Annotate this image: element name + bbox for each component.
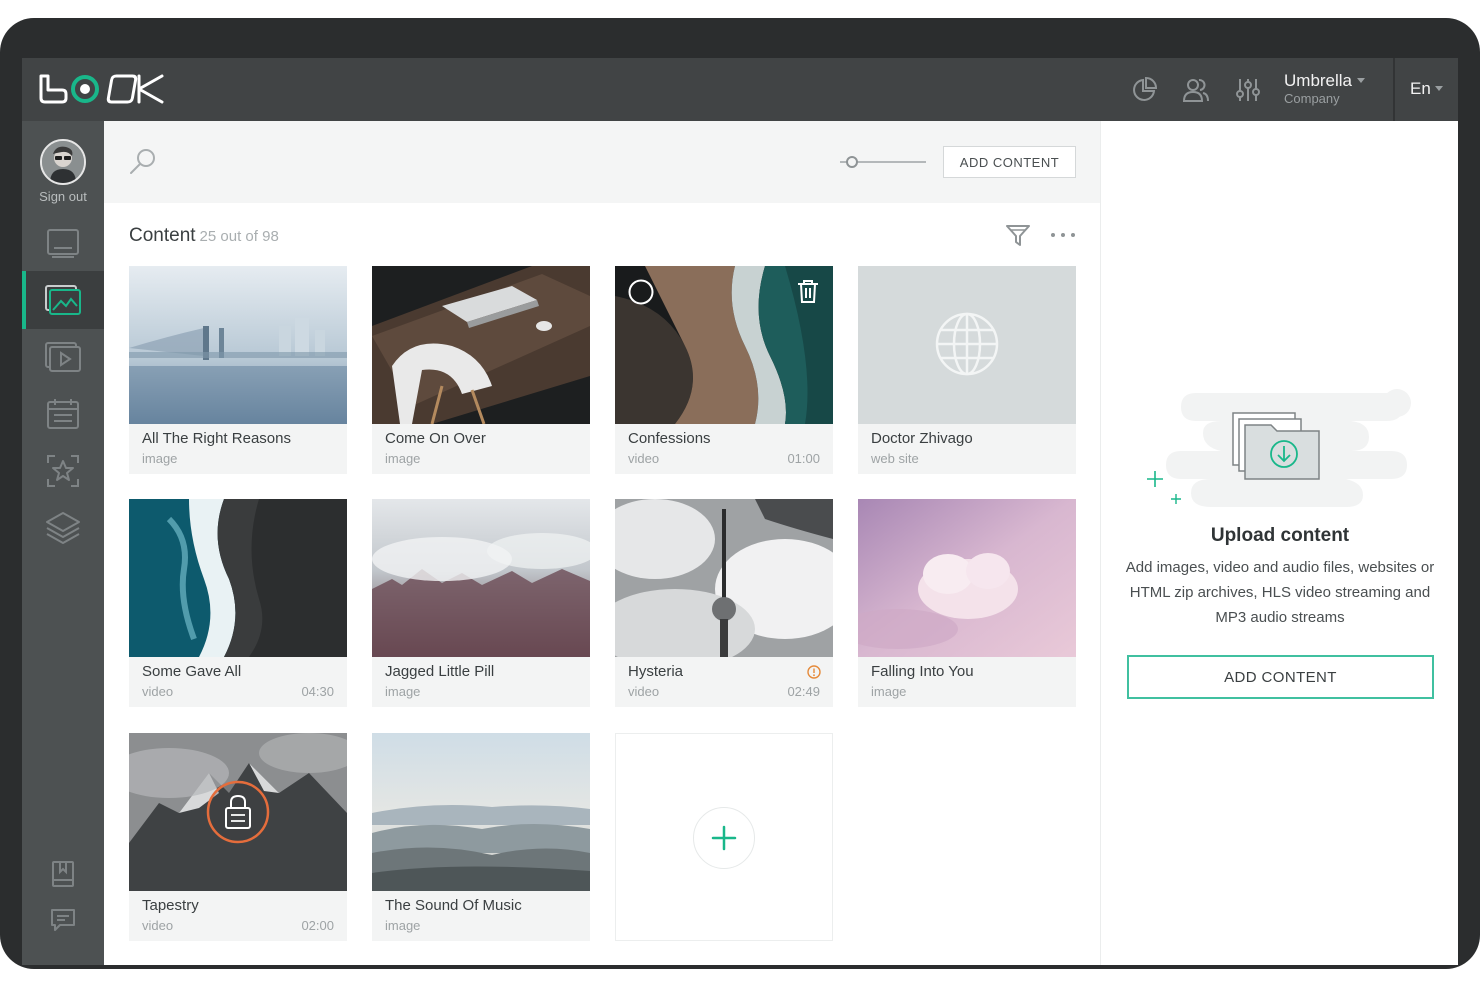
card-name: Jagged Little Pill bbox=[385, 663, 495, 680]
content-area: ADD CONTENT Content 25 out of 98 All The … bbox=[104, 121, 1100, 965]
zoom-slider[interactable] bbox=[838, 153, 928, 171]
card-type: web site bbox=[871, 451, 919, 466]
content-card[interactable]: Come On Over image bbox=[372, 266, 590, 474]
content-thumbnail bbox=[372, 733, 590, 891]
chevron-down-icon bbox=[1434, 86, 1443, 91]
sidebar-item-layers[interactable] bbox=[22, 499, 104, 557]
card-name: Falling Into You bbox=[871, 663, 974, 680]
content-toolbar: ADD CONTENT bbox=[104, 121, 1100, 203]
more-options-icon[interactable] bbox=[1049, 225, 1077, 245]
card-duration: 01:00 bbox=[787, 451, 820, 466]
schedule-icon bbox=[47, 399, 79, 429]
layers-icon bbox=[46, 512, 80, 544]
upload-illustration bbox=[1147, 389, 1411, 507]
upload-title: Upload content bbox=[1210, 525, 1350, 546]
app-screen: Umbrella Company En Sign out ADD CONTENT… bbox=[22, 58, 1458, 965]
card-type: image bbox=[385, 918, 421, 933]
top-bar: Umbrella Company En bbox=[22, 58, 1458, 121]
content-heading: Content 25 out of 98 bbox=[129, 225, 279, 247]
guide-icon bbox=[52, 861, 74, 887]
card-type: image bbox=[871, 684, 907, 699]
look-logo[interactable] bbox=[38, 72, 168, 106]
sidebar-item-widgets[interactable] bbox=[22, 442, 104, 500]
org-name: Umbrella bbox=[1284, 71, 1353, 90]
toolbar-add-content-button[interactable]: ADD CONTENT bbox=[943, 146, 1076, 178]
content-card[interactable]: Confessions video 01:00 bbox=[615, 266, 833, 474]
warning-icon[interactable] bbox=[807, 665, 821, 679]
content-card[interactable]: All The Right Reasons image bbox=[129, 266, 347, 474]
trash-icon[interactable] bbox=[796, 278, 820, 304]
select-checkbox-icon[interactable] bbox=[627, 278, 655, 306]
content-thumbnail bbox=[129, 266, 347, 424]
device-frame: Umbrella Company En Sign out ADD CONTENT… bbox=[0, 18, 1480, 969]
language-selector[interactable]: En bbox=[1410, 79, 1443, 99]
card-type: video bbox=[142, 918, 174, 933]
card-type: video bbox=[628, 451, 660, 466]
card-name: Some Gave All bbox=[142, 663, 242, 680]
card-name: All The Right Reasons bbox=[142, 430, 291, 447]
chevron-down-icon bbox=[1357, 78, 1366, 83]
card-type: image bbox=[385, 451, 421, 466]
content-thumbnail bbox=[858, 266, 1076, 424]
upload-panel: Upload content Add images, video and aud… bbox=[1100, 121, 1458, 965]
screens-icon bbox=[47, 229, 79, 258]
content-thumbnail bbox=[129, 499, 347, 657]
card-type: video bbox=[142, 684, 174, 699]
card-name: Confessions bbox=[628, 430, 711, 447]
card-name: Come On Over bbox=[385, 430, 486, 447]
card-type: image bbox=[385, 684, 421, 699]
content-card[interactable]: Tapestry video 02:00 bbox=[129, 733, 347, 941]
content-count: 25 out of 98 bbox=[199, 228, 279, 245]
content-icon bbox=[45, 285, 81, 315]
analytics-icon[interactable] bbox=[1128, 75, 1160, 105]
sidebar-item-screens[interactable] bbox=[22, 214, 104, 272]
content-title: Content bbox=[129, 225, 196, 246]
filter-icon[interactable] bbox=[1005, 222, 1031, 248]
card-name: The Sound Of Music bbox=[385, 897, 522, 914]
content-thumbnail bbox=[858, 499, 1076, 657]
content-card[interactable]: Hysteria video 02:49 bbox=[615, 499, 833, 707]
content-thumbnail bbox=[615, 499, 833, 657]
settings-sliders-icon[interactable] bbox=[1232, 75, 1264, 105]
org-role: Company bbox=[1284, 91, 1340, 106]
account-switcher[interactable]: Umbrella Company bbox=[1284, 71, 1384, 106]
globe-icon bbox=[935, 312, 999, 376]
users-icon[interactable] bbox=[1180, 75, 1212, 105]
divider bbox=[1393, 58, 1395, 121]
add-content-button[interactable]: ADD CONTENT bbox=[1127, 655, 1434, 699]
plus-icon bbox=[711, 825, 737, 851]
card-duration: 04:30 bbox=[301, 684, 334, 699]
card-type: video bbox=[628, 684, 660, 699]
content-card[interactable]: Some Gave All video 04:30 bbox=[129, 499, 347, 707]
sidebar-item-chat[interactable] bbox=[22, 899, 104, 941]
search-icon[interactable] bbox=[128, 147, 158, 177]
sidebar: Sign out bbox=[22, 121, 104, 965]
card-duration: 02:00 bbox=[301, 918, 334, 933]
sidebar-item-guide[interactable] bbox=[22, 853, 104, 895]
card-duration: 02:49 bbox=[787, 684, 820, 699]
add-circle bbox=[693, 807, 755, 869]
content-thumbnail bbox=[372, 499, 590, 657]
avatar[interactable] bbox=[40, 139, 86, 185]
sidebar-item-playlists[interactable] bbox=[22, 328, 104, 386]
content-card[interactable]: The Sound Of Music image bbox=[372, 733, 590, 941]
content-card[interactable]: Falling Into You image bbox=[858, 499, 1076, 707]
content-card[interactable]: Jagged Little Pill image bbox=[372, 499, 590, 707]
card-name: Hysteria bbox=[628, 663, 684, 680]
card-name: Tapestry bbox=[142, 897, 199, 914]
widgets-icon bbox=[47, 455, 79, 487]
sidebar-item-content[interactable] bbox=[22, 271, 104, 329]
lock-icon[interactable] bbox=[206, 780, 270, 844]
content-thumbnail bbox=[372, 266, 590, 424]
card-name: Doctor Zhivago bbox=[871, 430, 973, 447]
sign-out-link[interactable]: Sign out bbox=[22, 189, 104, 204]
language-label: En bbox=[1410, 79, 1431, 98]
chat-icon bbox=[51, 909, 75, 931]
upload-description: Add images, video and audio files, websi… bbox=[1125, 559, 1435, 626]
add-content-tile[interactable] bbox=[615, 733, 833, 941]
content-card[interactable]: Doctor Zhivago web site bbox=[858, 266, 1076, 474]
card-type: image bbox=[142, 451, 178, 466]
playlists-icon bbox=[45, 342, 81, 372]
sidebar-item-schedule[interactable] bbox=[22, 385, 104, 443]
